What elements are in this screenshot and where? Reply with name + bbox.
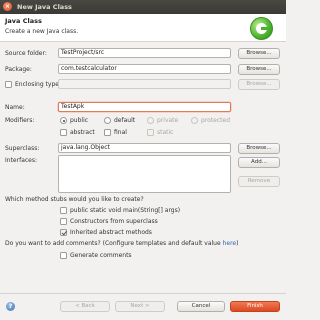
modifier-private-label: private <box>157 117 179 124</box>
stub-inherited-label: Inherited abstract methods <box>70 229 152 236</box>
page-description: Create a new Java class. <box>5 28 79 35</box>
modifier-protected-label: protected <box>201 117 231 124</box>
modifier-default-label: default <box>114 117 136 124</box>
source-folder-label: Source folder: <box>5 50 47 57</box>
enclosing-type-browse-button[interactable]: Browse... <box>238 79 280 90</box>
superclass-browse-button[interactable]: Browse... <box>238 143 280 154</box>
name-label: Name: <box>5 104 25 111</box>
comments-question: Do you want to add comments? (Configure … <box>5 240 239 247</box>
modifier-static-label: static <box>157 129 174 136</box>
interfaces-label: Interfaces: <box>5 157 38 164</box>
modifier-final-checkbox[interactable] <box>104 129 111 136</box>
modifier-default-radio[interactable] <box>104 117 111 124</box>
stub-main-label: public static void main(String[] args) <box>70 207 181 214</box>
enclosing-type-checkbox[interactable] <box>5 81 12 88</box>
enclosing-type-label: Enclosing type: <box>15 81 61 88</box>
next-button[interactable]: Next > <box>115 301 165 312</box>
generate-comments-label: Generate comments <box>70 252 132 259</box>
window-title: New Java Class <box>17 3 72 11</box>
modifier-abstract-label: abstract <box>70 129 95 136</box>
package-field[interactable]: com.testcalculator <box>58 64 231 74</box>
modifier-abstract-checkbox[interactable] <box>60 129 67 136</box>
package-browse-button[interactable]: Browse... <box>238 64 280 75</box>
footer-separator <box>0 293 286 294</box>
package-label: Package: <box>5 66 32 73</box>
help-icon[interactable]: ? <box>6 302 15 311</box>
page-title: Java Class <box>5 17 42 25</box>
configure-templates-link[interactable]: here <box>223 240 237 247</box>
stub-inherited-checkbox[interactable] <box>60 229 67 236</box>
modifier-public-label: public <box>70 117 89 124</box>
enclosing-type-field[interactable] <box>58 79 231 89</box>
stub-constructors-label: Constructors from superclass <box>70 218 158 225</box>
modifier-static-checkbox[interactable] <box>147 129 154 136</box>
stubs-question: Which method stubs would you like to cre… <box>5 196 144 203</box>
interfaces-remove-button[interactable]: Remove <box>238 176 280 187</box>
generate-comments-checkbox[interactable] <box>60 252 67 259</box>
source-folder-field[interactable]: TestProject/src <box>58 48 231 58</box>
modifier-final-label: final <box>114 129 127 136</box>
interfaces-list[interactable] <box>58 155 231 193</box>
modifiers-label: Modifiers: <box>5 117 35 124</box>
modifier-public-radio[interactable] <box>60 117 67 124</box>
superclass-field[interactable]: java.lang.Object <box>58 143 231 153</box>
wizard-header: Java Class Create a new Java class. <box>0 14 286 42</box>
superclass-label: Superclass: <box>5 145 40 152</box>
stub-constructors-checkbox[interactable] <box>60 218 67 225</box>
source-folder-browse-button[interactable]: Browse... <box>238 48 280 59</box>
interfaces-add-button[interactable]: Add... <box>238 157 280 168</box>
modifier-private-radio[interactable] <box>147 117 154 124</box>
back-button[interactable]: < Back <box>60 301 110 312</box>
cancel-button[interactable]: Cancel <box>177 301 225 312</box>
eclipse-logo-icon <box>250 17 273 40</box>
close-icon[interactable]: × <box>3 2 12 11</box>
stub-main-checkbox[interactable] <box>60 207 67 214</box>
name-field[interactable]: TestApk <box>58 102 231 112</box>
finish-button[interactable]: Finish <box>230 301 280 312</box>
title-bar: × New Java Class <box>0 0 286 14</box>
modifier-protected-radio[interactable] <box>191 117 198 124</box>
